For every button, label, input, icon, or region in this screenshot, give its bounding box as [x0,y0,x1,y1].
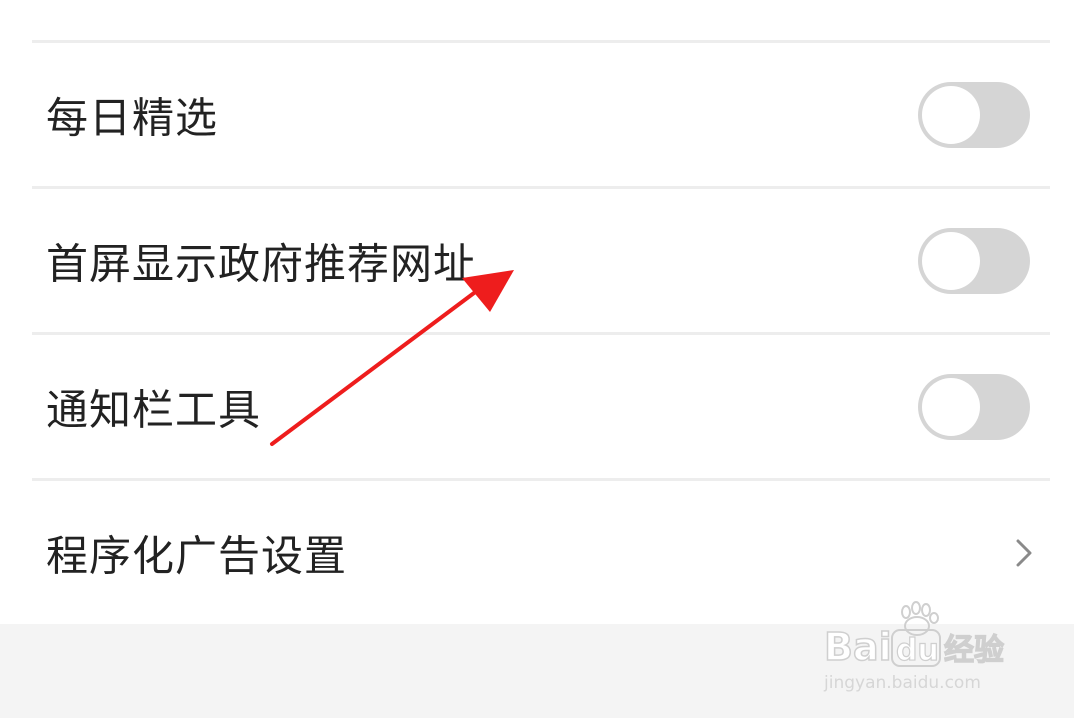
svg-text:du: du [896,633,939,668]
baidu-jingyan-watermark: Bai du 经验 jingyan.baidu.com [823,601,1005,693]
svg-text:经验: 经验 [944,633,1004,668]
svg-text:Bai: Bai [824,625,892,669]
svg-text:jingyan.baidu.com: jingyan.baidu.com [823,673,981,693]
